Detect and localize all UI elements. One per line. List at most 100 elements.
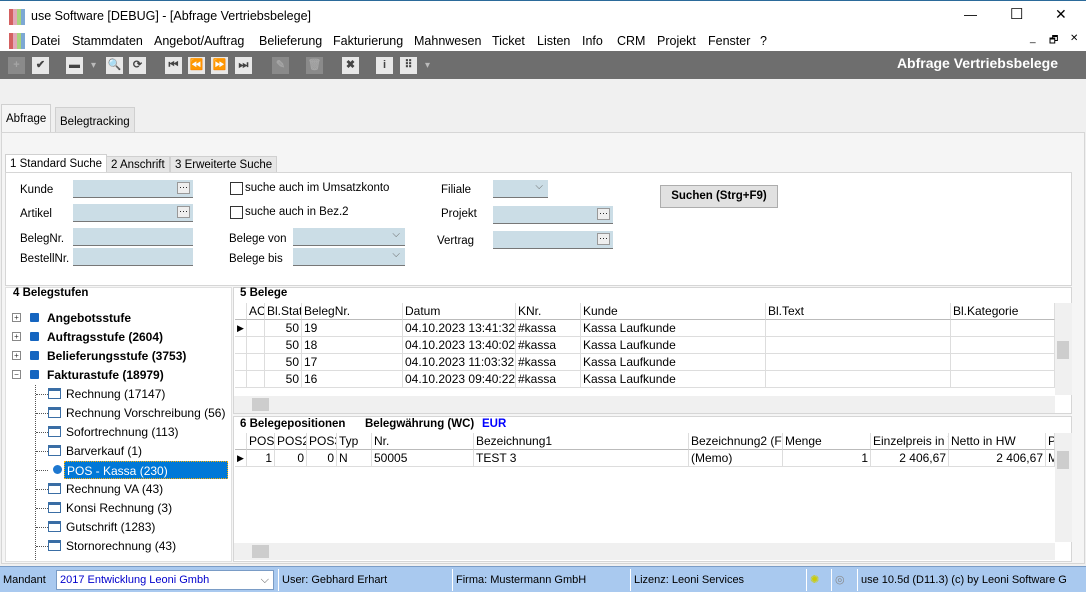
column-header[interactable]: POS — [247, 433, 275, 450]
alert-icon[interactable]: ✺ — [806, 569, 830, 591]
search-button[interactable]: Suchen (Strg+F9) — [660, 185, 778, 208]
column-header[interactable]: Einzelpreis in WC — [871, 433, 949, 450]
table-cell[interactable] — [247, 337, 265, 354]
column-header[interactable]: P — [1046, 433, 1055, 450]
projekt-lookup-button[interactable]: ··· — [597, 208, 610, 220]
tree-item[interactable]: Rechnung VA (43) — [64, 480, 165, 498]
belegnr-input[interactable] — [73, 228, 193, 246]
tree-item[interactable]: Rechnung (17147) — [64, 385, 167, 403]
artikel-input[interactable]: ··· — [73, 204, 193, 222]
artikel-lookup-button[interactable]: ··· — [177, 206, 190, 218]
bestellnr-input[interactable] — [73, 248, 193, 266]
table-cell[interactable]: 2 406,67 — [871, 450, 949, 467]
bez2-checkbox[interactable] — [230, 206, 243, 219]
expand-toggle-icon[interactable]: + — [12, 332, 21, 341]
column-header[interactable]: Bezeichnung1 — [474, 433, 689, 450]
table-cell[interactable]: N — [337, 450, 372, 467]
expand-toggle-icon[interactable]: + — [12, 313, 21, 322]
table-cell[interactable]: 16 — [302, 371, 403, 388]
column-header[interactable]: Bl.Text — [766, 303, 951, 320]
table-cell[interactable] — [247, 320, 265, 337]
positionen-vertical-scrollbar[interactable] — [1055, 433, 1072, 542]
table-cell[interactable]: Kassa Laufkunde — [581, 320, 766, 337]
tree-root-item[interactable]: Belieferungsstufe (3753) — [47, 347, 186, 365]
mdi-minimize-button[interactable]: _ — [1030, 33, 1036, 44]
dropdown-arrow-icon[interactable]: ▾ — [91, 60, 96, 71]
tab-standard-suche[interactable]: 1 Standard Suche — [5, 154, 108, 173]
umsatzkonto-checkbox[interactable] — [230, 182, 243, 195]
previous-icon[interactable]: ⏪ — [188, 57, 205, 74]
table-cell[interactable]: 50 — [265, 320, 302, 337]
column-header[interactable]: Datum — [403, 303, 516, 320]
vertrag-lookup-button[interactable]: ··· — [597, 233, 610, 245]
table-cell[interactable]: 04.10.2023 13:40:02 — [403, 337, 516, 354]
last-icon[interactable]: ⏭ — [235, 57, 252, 74]
table-cell[interactable]: #kassa — [516, 337, 581, 354]
menu-belieferung[interactable]: Belieferung — [259, 34, 322, 48]
vertrag-input[interactable]: ··· — [493, 231, 613, 249]
tree-item-selected[interactable]: POS - Kassa (230) — [64, 461, 228, 479]
tab-anschrift[interactable]: 2 Anschrift — [106, 156, 170, 173]
table-cell[interactable]: Kassa Laufkunde — [581, 337, 766, 354]
table-cell[interactable]: 2 406,67 — [949, 450, 1046, 467]
menu-datei[interactable]: Datei — [31, 34, 60, 48]
table-cell[interactable]: 04.10.2023 11:03:32 — [403, 354, 516, 371]
table-cell[interactable]: Kassa Laufkunde — [581, 371, 766, 388]
column-header[interactable]: POS2 — [275, 433, 307, 450]
tab-erweiterte-suche[interactable]: 3 Erweiterte Suche — [170, 156, 278, 173]
expand-toggle-icon[interactable]: − — [12, 370, 21, 379]
table-cell[interactable] — [951, 371, 1055, 388]
maximize-button[interactable]: ☐ — [1010, 5, 1023, 23]
app-menu-icon[interactable] — [9, 33, 25, 49]
projekt-input[interactable]: ··· — [493, 206, 613, 224]
tab-abfrage[interactable]: Abfrage — [1, 104, 52, 132]
table-cell[interactable]: #kassa — [516, 371, 581, 388]
table-cell[interactable]: 50 — [265, 337, 302, 354]
table-cell[interactable] — [766, 337, 951, 354]
info-icon[interactable]: i — [376, 57, 393, 74]
column-header[interactable]: Bezeichnung2 (F2) — [689, 433, 783, 450]
table-cell[interactable]: 04.10.2023 13:41:32 — [403, 320, 516, 337]
belege-vertical-scrollbar[interactable] — [1055, 303, 1072, 395]
belege-horizontal-scrollbar[interactable] — [234, 396, 1055, 413]
filiale-dropdown[interactable]: ⌵ — [493, 180, 548, 198]
check-icon[interactable]: ✔ — [32, 57, 49, 74]
print-icon[interactable]: ▬ — [66, 57, 83, 74]
connection-icon[interactable]: ◎ — [831, 569, 856, 591]
column-header[interactable]: Nr. — [372, 433, 474, 450]
column-header[interactable]: Netto in HW — [949, 433, 1046, 450]
menu-mahnwesen[interactable]: Mahnwesen — [414, 34, 481, 48]
table-cell[interactable] — [247, 354, 265, 371]
tree-root-item[interactable]: Auftragsstufe (2604) — [47, 328, 163, 346]
tree-item[interactable]: Gutschrift (1283) — [64, 518, 157, 536]
column-header[interactable]: POS3 — [307, 433, 337, 450]
tree-item[interactable]: Stornorechnung (43) — [64, 537, 178, 555]
tab-belegtracking[interactable]: Belegtracking — [55, 107, 135, 132]
mdi-restore-button[interactable]: 🗗 — [1049, 33, 1058, 50]
mdi-close-button[interactable]: ✕ — [1070, 33, 1078, 44]
search-icon[interactable]: 🔍 — [106, 57, 123, 74]
table-cell[interactable] — [951, 354, 1055, 371]
column-header[interactable]: Bl.Stat — [265, 303, 302, 320]
expand-toggle-icon[interactable]: + — [12, 351, 21, 360]
table-cell[interactable]: 0 — [275, 450, 307, 467]
menu-projekt[interactable]: Projekt — [657, 34, 696, 48]
column-header[interactable]: KNr. — [516, 303, 581, 320]
column-header[interactable]: BelegNr. — [302, 303, 403, 320]
tree-item[interactable]: Barverkauf (1) — [64, 442, 144, 460]
kunde-input[interactable]: ··· — [73, 180, 193, 198]
menu-fenster[interactable]: Fenster — [708, 34, 750, 48]
tree-root-item[interactable]: Angebotsstufe — [47, 309, 131, 327]
table-cell[interactable] — [766, 320, 951, 337]
positionen-horizontal-scrollbar[interactable] — [234, 543, 1055, 560]
kunde-lookup-button[interactable]: ··· — [177, 182, 190, 194]
table-cell[interactable] — [766, 354, 951, 371]
table-cell[interactable]: Kassa Laufkunde — [581, 354, 766, 371]
table-cell[interactable]: #kassa — [516, 354, 581, 371]
table-cell[interactable]: 0 — [307, 450, 337, 467]
table-cell[interactable]: #kassa — [516, 320, 581, 337]
table-cell[interactable] — [247, 371, 265, 388]
menu-[interactable]: ? — [760, 34, 767, 48]
menu-stammdaten[interactable]: Stammdaten — [72, 34, 143, 48]
table-cell[interactable] — [766, 371, 951, 388]
